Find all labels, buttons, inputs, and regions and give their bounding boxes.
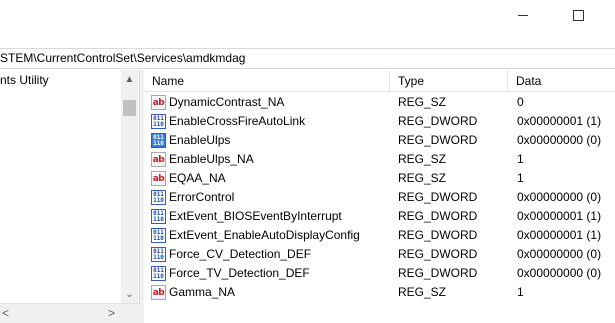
- value-type: REG_DWORD: [398, 266, 478, 280]
- value-type: REG_DWORD: [398, 209, 478, 223]
- value-data: 0x00000000 (0): [517, 247, 602, 261]
- table-row[interactable]: ab EnableUlps_NA REG_SZ 1: [144, 150, 615, 169]
- value-name: EQAA_NA: [169, 171, 226, 185]
- value-data: 0x00000001 (1): [517, 209, 602, 223]
- maximize-button[interactable]: [555, 4, 601, 26]
- tree-item[interactable]: nts Utility: [0, 73, 49, 87]
- value-name: ExtEvent_EnableAutoDisplayConfig: [169, 228, 360, 242]
- table-row[interactable]: 011 110 Force_CV_Detection_DEF REG_DWORD 0x0…: [144, 245, 615, 264]
- value-data: 0x00000000 (0): [517, 190, 602, 204]
- value-data: 1: [517, 285, 524, 299]
- table-row[interactable]: 011 110 EnableUlps REG_DWORD 0x00000000 (0): [144, 131, 615, 150]
- dword-value-icon: 011 110: [151, 133, 166, 148]
- address-path: STEM\CurrentControlSet\Services\amdkmdag: [0, 51, 246, 65]
- value-data: 0x00000000 (0): [517, 133, 602, 147]
- value-name: DynamicContrast_NA: [169, 95, 285, 109]
- value-type: REG_DWORD: [398, 247, 478, 261]
- tree-horizontal-scrollbar[interactable]: < >: [0, 303, 140, 323]
- dword-value-icon: 011 110: [151, 114, 166, 129]
- value-name: Gamma_NA: [169, 285, 236, 299]
- dword-value-icon: 011 110: [151, 266, 166, 281]
- string-value-icon: ab: [151, 152, 166, 167]
- table-row[interactable]: 011 110 ErrorControl REG_DWORD 0x00000000 (0…: [144, 188, 615, 207]
- value-data: 0x00000001 (1): [517, 228, 602, 242]
- column-header-name[interactable]: Name: [144, 70, 390, 92]
- scroll-right-icon[interactable]: >: [108, 306, 115, 320]
- value-name: EnableCrossFireAutoLink: [169, 114, 306, 128]
- value-name: ExtEvent_BIOSEventByInterrupt: [169, 209, 342, 223]
- title-bar: [0, 0, 615, 46]
- value-type: REG_DWORD: [398, 114, 478, 128]
- column-header: Name Type Data: [144, 70, 615, 92]
- string-value-icon: ab: [151, 285, 166, 300]
- dword-value-icon: 011 110: [151, 228, 166, 243]
- value-data: 0x00000001 (1): [517, 114, 602, 128]
- values-list-pane[interactable]: Name Type Data ab DynamicContrast_NA REG_S…: [144, 70, 615, 323]
- scroll-left-icon[interactable]: <: [2, 306, 9, 320]
- table-row[interactable]: ab DynamicContrast_NA REG_SZ 0: [144, 93, 615, 112]
- dword-icon-glyph-bottom: 110: [153, 120, 164, 128]
- dword-icon-glyph-bottom: 110: [153, 234, 164, 242]
- value-type: REG_SZ: [398, 95, 447, 109]
- table-row[interactable]: 011 110 ExtEvent_BIOSEventByInterrupt REG_D…: [144, 207, 615, 226]
- dword-value-icon: 011 110: [151, 247, 166, 262]
- value-name: EnableUlps: [169, 133, 231, 147]
- column-header-data[interactable]: Data: [508, 70, 615, 92]
- scroll-down-icon[interactable]: ⌄: [121, 287, 138, 301]
- table-row[interactable]: ab Gamma_NA REG_SZ 1: [144, 283, 615, 302]
- dword-icon-glyph-bottom: 110: [153, 272, 164, 280]
- column-header-type[interactable]: Type: [390, 70, 508, 92]
- value-type: REG_SZ: [398, 171, 447, 185]
- value-type: REG_SZ: [398, 152, 447, 166]
- scroll-thumb[interactable]: [123, 100, 136, 116]
- maximize-icon: [572, 9, 584, 21]
- scroll-up-icon[interactable]: ▲: [121, 72, 138, 86]
- dword-value-icon: 011 110: [151, 209, 166, 224]
- table-row[interactable]: 011 110 ExtEvent_EnableAutoDisplayConfig RE…: [144, 226, 615, 245]
- value-type: REG_SZ: [398, 285, 447, 299]
- value-type: REG_DWORD: [398, 133, 478, 147]
- value-data: 0x00000000 (0): [517, 266, 602, 280]
- value-name: Force_CV_Detection_DEF: [169, 247, 312, 261]
- dword-icon-glyph-bottom: 110: [153, 253, 164, 261]
- dword-icon-glyph-bottom: 110: [153, 196, 164, 204]
- dword-value-icon: 011 110: [151, 190, 166, 205]
- string-value-icon: ab: [151, 171, 166, 186]
- minimize-button[interactable]: [500, 4, 546, 26]
- value-name: Force_TV_Detection_DEF: [169, 266, 310, 280]
- value-data: 1: [517, 152, 524, 166]
- dword-icon-glyph-bottom: 110: [153, 139, 164, 147]
- value-name: EnableUlps_NA: [169, 152, 254, 166]
- value-name: ErrorControl: [169, 190, 235, 204]
- tree-vertical-scrollbar[interactable]: ▲ ⌄: [121, 70, 138, 303]
- table-row[interactable]: ab EQAA_NA REG_SZ 1: [144, 169, 615, 188]
- value-data: 1: [517, 171, 524, 185]
- table-row[interactable]: 011 110 EnableCrossFireAutoLink REG_DWORD 0x…: [144, 112, 615, 131]
- table-row[interactable]: 011 110 Force_TV_Detection_DEF REG_DWORD 0x0…: [144, 264, 615, 283]
- dword-icon-glyph-bottom: 110: [153, 215, 164, 223]
- value-type: REG_DWORD: [398, 228, 478, 242]
- key-tree-pane[interactable]: nts Utility: [0, 70, 140, 323]
- value-data: 0: [517, 95, 524, 109]
- string-value-icon: ab: [151, 95, 166, 110]
- address-bar[interactable]: STEM\CurrentControlSet\Services\amdkmdag: [0, 48, 615, 69]
- minimize-icon: [518, 14, 528, 16]
- value-type: REG_DWORD: [398, 190, 478, 204]
